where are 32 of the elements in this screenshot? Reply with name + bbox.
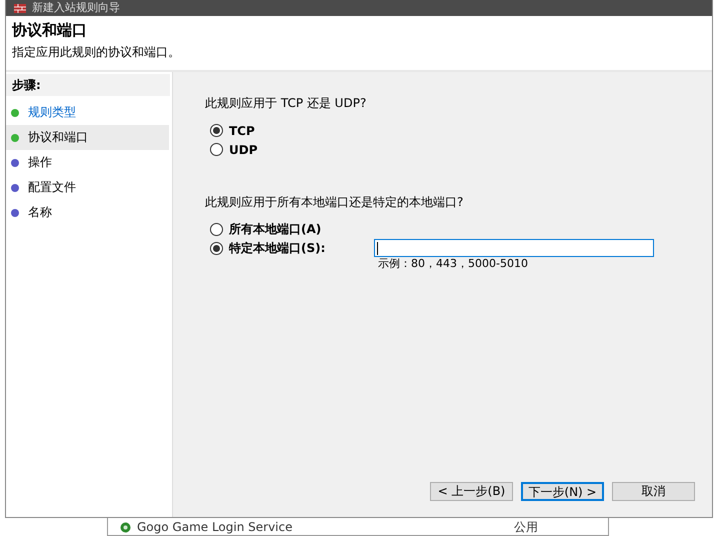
step-label: 名称 xyxy=(28,204,52,221)
page-subtitle: 指定应用此规则的协议和端口。 xyxy=(12,44,180,61)
steps-heading: 步骤: xyxy=(6,74,170,96)
radio-label[interactable]: UDP xyxy=(229,142,258,156)
step-item[interactable]: 规则类型 xyxy=(6,100,169,125)
radio-button[interactable] xyxy=(210,223,223,236)
radio-label[interactable]: TCP xyxy=(229,124,255,138)
radio-button[interactable] xyxy=(210,242,223,255)
wizard-button[interactable]: < 上一步(B) xyxy=(430,482,513,501)
step-item[interactable]: 配置文件 xyxy=(6,175,169,200)
brick-wall-icon xyxy=(14,4,26,12)
profile-text: 公用 xyxy=(514,518,538,536)
step-label: 协议和端口 xyxy=(28,129,88,146)
hint-text: 示例：80，443，5000-5010 xyxy=(378,257,529,271)
radio-label[interactable]: 特定本地端口(S): xyxy=(229,240,326,257)
radio-label[interactable]: 所有本地端口(A) xyxy=(229,221,322,238)
step-link[interactable]: 规则类型 xyxy=(28,104,76,121)
step-item[interactable]: 操作 xyxy=(6,150,169,175)
step-label: 操作 xyxy=(28,154,52,171)
window-title: 新建入站规则向导 xyxy=(32,0,120,16)
step-item[interactable]: 协议和端口 xyxy=(6,125,169,150)
port-input-field[interactable] xyxy=(374,239,654,257)
question-text: 此规则应用于 TCP 还是 UDP? xyxy=(205,95,368,112)
wizard-button[interactable]: 下一步(N) > xyxy=(521,482,604,501)
step-label: 配置文件 xyxy=(28,179,76,196)
question-text: 此规则应用于所有本地端口还是特定的本地端口? xyxy=(205,194,464,211)
wizard-button[interactable]: 取消 xyxy=(612,482,695,501)
radio-button[interactable] xyxy=(210,143,223,156)
service-name: Gogo Game Login Service xyxy=(137,520,292,534)
page-title: 协议和端口 xyxy=(12,20,87,40)
step-item[interactable]: 名称 xyxy=(6,200,169,225)
radio-button[interactable] xyxy=(210,124,223,137)
